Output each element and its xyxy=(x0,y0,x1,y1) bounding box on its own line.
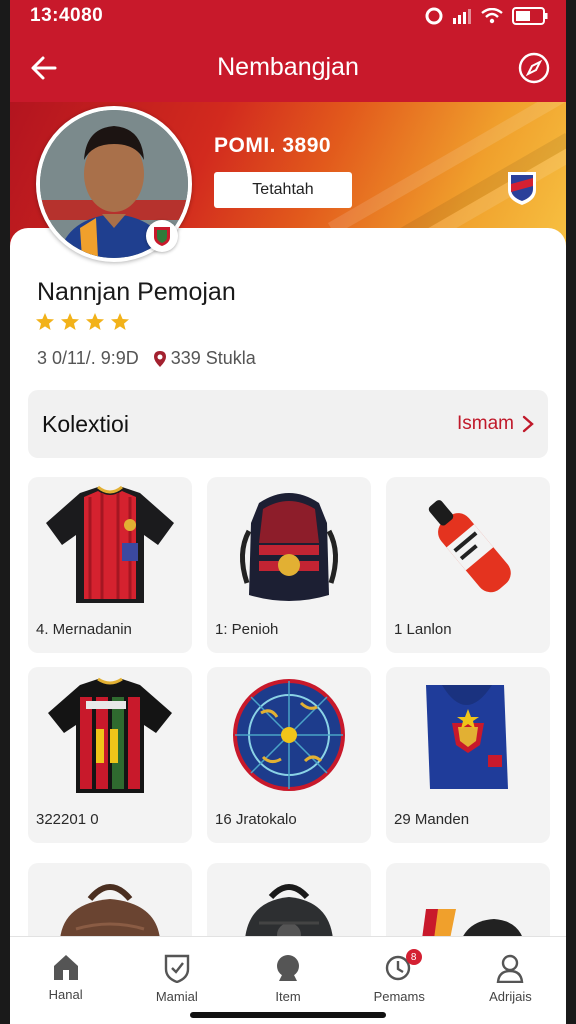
meta-location: 339 Stukla xyxy=(170,348,256,368)
collection-item[interactable]: 4. Mernadanin xyxy=(28,477,192,653)
meta-date: 3 0/11/. 9:9D xyxy=(37,348,139,368)
nav-item-item[interactable]: Item xyxy=(232,937,343,1024)
collection-item[interactable]: 29 Manden xyxy=(386,667,550,843)
nav-label: Item xyxy=(275,989,301,1004)
item-label: 1 Lanlon xyxy=(394,621,452,638)
bottle-icon xyxy=(428,500,511,593)
chevron-right-icon xyxy=(522,415,534,433)
bottom-nav: Hanal Mamial Item 8 Pemams Adrijais xyxy=(10,936,566,1024)
alarm-icon xyxy=(425,7,443,25)
points-value: POMI. 3890 xyxy=(214,134,332,157)
scarf-icon xyxy=(426,685,508,789)
collection-link-label: Ismam xyxy=(457,413,514,434)
nav-label: Mamial xyxy=(155,989,198,1004)
wifi-icon xyxy=(481,8,503,24)
location-pin-icon xyxy=(153,350,166,367)
rating-stars xyxy=(35,312,130,332)
battery-icon xyxy=(512,7,548,25)
collection-title: Kolextioi xyxy=(42,410,129,437)
status-icons xyxy=(425,7,548,25)
item-label: 1: Penioh xyxy=(215,621,279,638)
shield-icon xyxy=(164,954,189,983)
page-title: Nembangjan xyxy=(217,52,359,81)
ball-icon xyxy=(233,679,345,791)
notification-badge: 8 xyxy=(405,949,422,965)
collection-item[interactable]: 16 Jratokalo xyxy=(207,667,371,843)
collection-header: Kolextioi Ismam xyxy=(28,390,548,458)
item-label: 16 Jratokalo xyxy=(215,811,297,828)
back-button[interactable] xyxy=(26,50,62,86)
nav-item-home[interactable]: Hanal xyxy=(10,937,121,1024)
star-icon xyxy=(36,313,54,330)
item-label: 322201 0 xyxy=(36,811,99,828)
jersey-striped-icon xyxy=(48,677,172,793)
nav-item-mamial[interactable]: Mamial xyxy=(121,937,232,1024)
nav-item-pemams[interactable]: 8 Pemams xyxy=(344,937,455,1024)
item-label: 29 Manden xyxy=(394,811,470,828)
app-screen: 13:4080 Nembangjan POMI. 3890 Tetahtah N… xyxy=(10,0,566,1024)
star-icon xyxy=(111,313,129,330)
jersey-red-icon xyxy=(46,485,174,603)
collection-item[interactable]: 322201 0 xyxy=(28,667,192,843)
collection-item[interactable]: 1 Lanlon xyxy=(386,477,550,653)
player-name: Nannjan Pemojan xyxy=(37,278,236,306)
nav-label: Hanal xyxy=(48,987,83,1002)
compass-button[interactable] xyxy=(516,50,552,86)
backpack-icon xyxy=(240,493,338,601)
home-icon xyxy=(53,955,78,980)
star-icon xyxy=(86,313,104,330)
status-bar: 13:4080 xyxy=(10,0,566,32)
club-crest-icon xyxy=(508,172,536,205)
player-meta: 3 0/11/. 9:9D 339 Stukla xyxy=(37,348,256,369)
star-icon xyxy=(61,313,79,330)
status-time: 13:4080 xyxy=(30,5,104,26)
home-indicator[interactable] xyxy=(190,1012,386,1018)
nav-label: Adrijais xyxy=(489,989,532,1004)
compass-icon xyxy=(518,52,550,84)
item-icon xyxy=(277,955,299,981)
app-bar: Nembangjan xyxy=(10,32,566,102)
nav-label: Pemams xyxy=(373,989,425,1004)
item-label: 4. Mernadanin xyxy=(36,621,132,638)
crest-badge-icon xyxy=(154,227,170,246)
nav-item-profile[interactable]: Adrijais xyxy=(455,937,566,1024)
collection-item[interactable]: 1: Penioh xyxy=(207,477,371,653)
detail-button[interactable]: Tetahtah xyxy=(214,172,352,208)
avatar-badge xyxy=(146,220,178,252)
meta-location-group: 339 Stukla xyxy=(153,348,256,369)
signal-icon xyxy=(453,9,471,24)
back-arrow-icon xyxy=(31,56,57,80)
collection-see-all[interactable]: Ismam xyxy=(457,413,534,435)
profile-icon xyxy=(497,954,524,983)
